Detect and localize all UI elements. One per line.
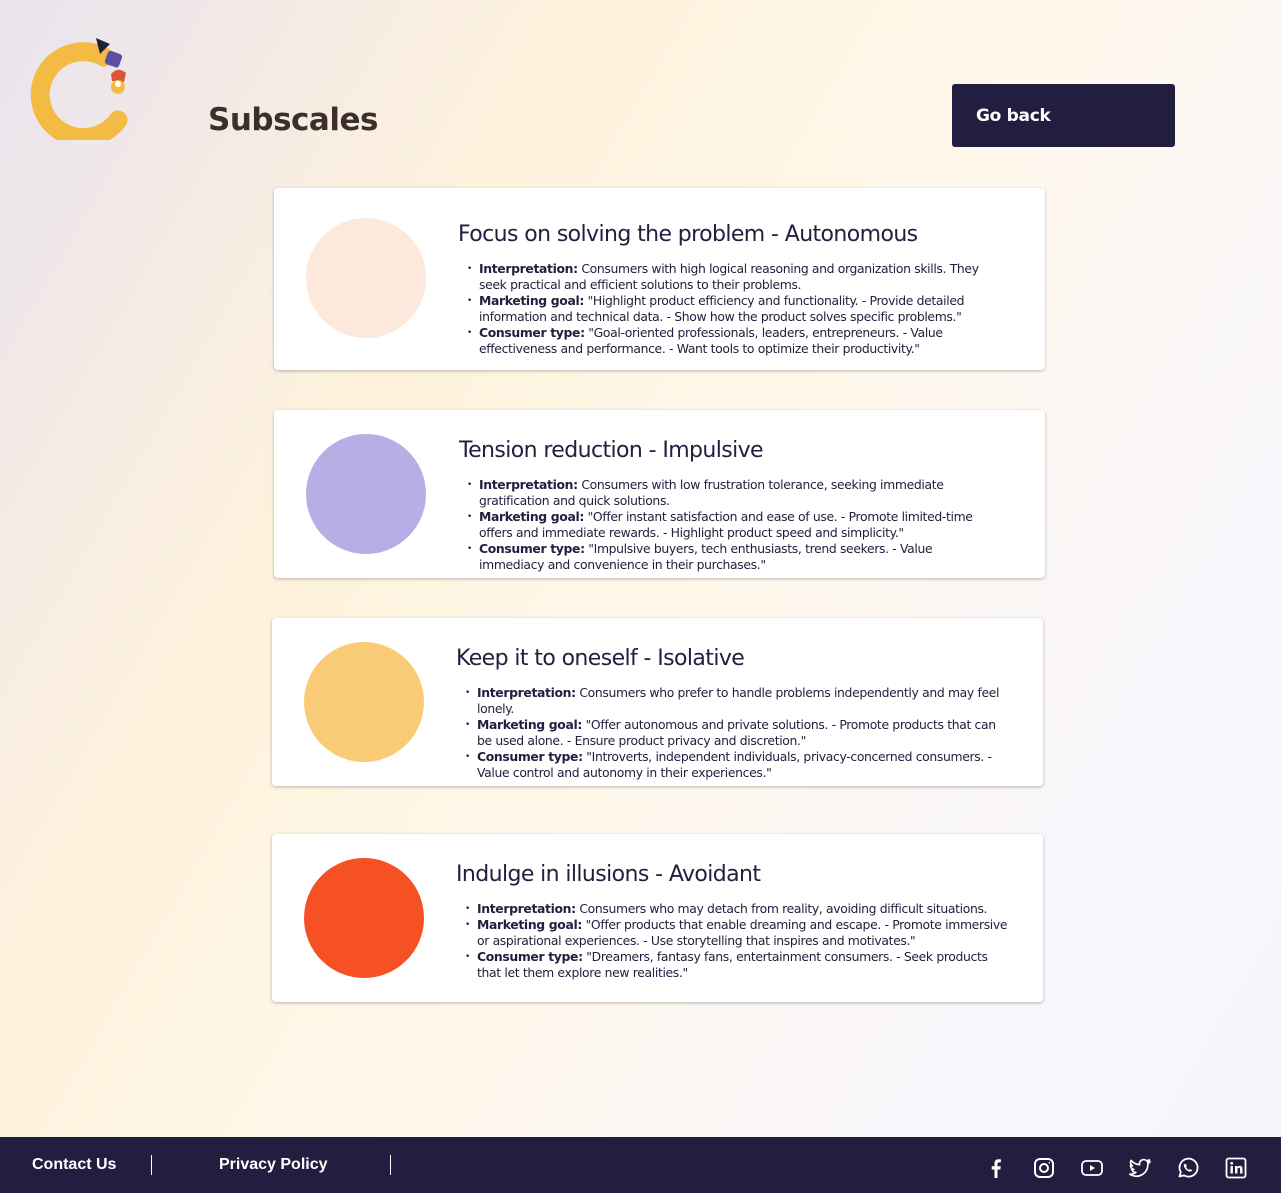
item-label: Interpretation:	[479, 477, 578, 492]
contact-us-link[interactable]: Contact Us	[32, 1156, 116, 1174]
item-label: Consumer type:	[477, 749, 583, 764]
brand-logo[interactable]	[20, 30, 132, 148]
list-item: Consumer type: "Impulsive buyers, tech e…	[467, 541, 999, 573]
footer-divider	[390, 1155, 391, 1175]
item-label: Interpretation:	[477, 685, 576, 700]
subscale-title: Focus on solving the problem - Autonomou…	[458, 222, 918, 247]
privacy-policy-link[interactable]: Privacy Policy	[219, 1156, 328, 1174]
page-title: Subscales	[208, 102, 378, 138]
list-item: Marketing goal: "Highlight product effic…	[467, 293, 999, 325]
subscale-color-circle	[304, 642, 424, 762]
list-item: Consumer type: "Dreamers, fantasy fans, …	[465, 949, 1012, 981]
item-label: Consumer type:	[479, 541, 585, 556]
subscale-title: Tension reduction - Impulsive	[459, 438, 764, 463]
subscale-title: Keep it to oneself - Isolative	[456, 646, 745, 671]
subscale-color-circle	[306, 434, 426, 554]
instagram-icon[interactable]	[1032, 1156, 1056, 1180]
item-label: Interpretation:	[477, 901, 576, 916]
subscale-details: Interpretation: Consumers with low frust…	[467, 477, 999, 573]
whatsapp-icon[interactable]	[1176, 1156, 1200, 1180]
subscale-title: Indulge in illusions - Avoidant	[456, 862, 761, 887]
subscale-details: Interpretation: Consumers who may detach…	[465, 901, 1012, 981]
subscale-card-impulsive: Tension reduction - Impulsive Interpreta…	[274, 410, 1045, 578]
subscale-color-circle	[306, 218, 426, 338]
item-text: Consumers who may detach from reality, a…	[575, 901, 988, 916]
item-label: Interpretation:	[479, 261, 578, 276]
youtube-icon[interactable]	[1080, 1156, 1104, 1180]
list-item: Interpretation: Consumers who may detach…	[465, 901, 1012, 917]
footer: Contact Us Privacy Policy	[0, 1137, 1281, 1193]
linkedin-icon[interactable]	[1224, 1156, 1248, 1180]
subscale-details: Interpretation: Consumers who prefer to …	[465, 685, 1007, 781]
facebook-icon[interactable]	[984, 1156, 1008, 1180]
item-label: Marketing goal:	[479, 509, 584, 524]
subscale-card-autonomous: Focus on solving the problem - Autonomou…	[274, 188, 1045, 370]
twitter-icon[interactable]	[1128, 1156, 1152, 1180]
subscale-card-isolative: Keep it to oneself - Isolative Interpret…	[272, 618, 1043, 786]
subscale-color-circle	[304, 858, 424, 978]
go-back-button[interactable]: Go back	[952, 84, 1175, 147]
list-item: Marketing goal: "Offer autonomous and pr…	[465, 717, 1007, 749]
item-label: Marketing goal:	[477, 717, 582, 732]
footer-divider	[151, 1155, 152, 1175]
list-item: Marketing goal: "Offer products that ena…	[465, 917, 1012, 949]
list-item: Consumer type: "Introverts, independent …	[465, 749, 1007, 781]
list-item: Marketing goal: "Offer instant satisfact…	[467, 509, 999, 541]
item-label: Marketing goal:	[477, 917, 582, 932]
list-item: Interpretation: Consumers with high logi…	[467, 261, 999, 293]
item-label: Consumer type:	[477, 949, 583, 964]
subscale-details: Interpretation: Consumers with high logi…	[467, 261, 999, 357]
list-item: Interpretation: Consumers with low frust…	[467, 477, 999, 509]
item-label: Consumer type:	[479, 325, 585, 340]
item-label: Marketing goal:	[479, 293, 584, 308]
list-item: Interpretation: Consumers who prefer to …	[465, 685, 1007, 717]
subscale-card-avoidant: Indulge in illusions - Avoidant Interpre…	[272, 834, 1043, 1002]
list-item: Consumer type: "Goal-oriented profession…	[467, 325, 999, 357]
